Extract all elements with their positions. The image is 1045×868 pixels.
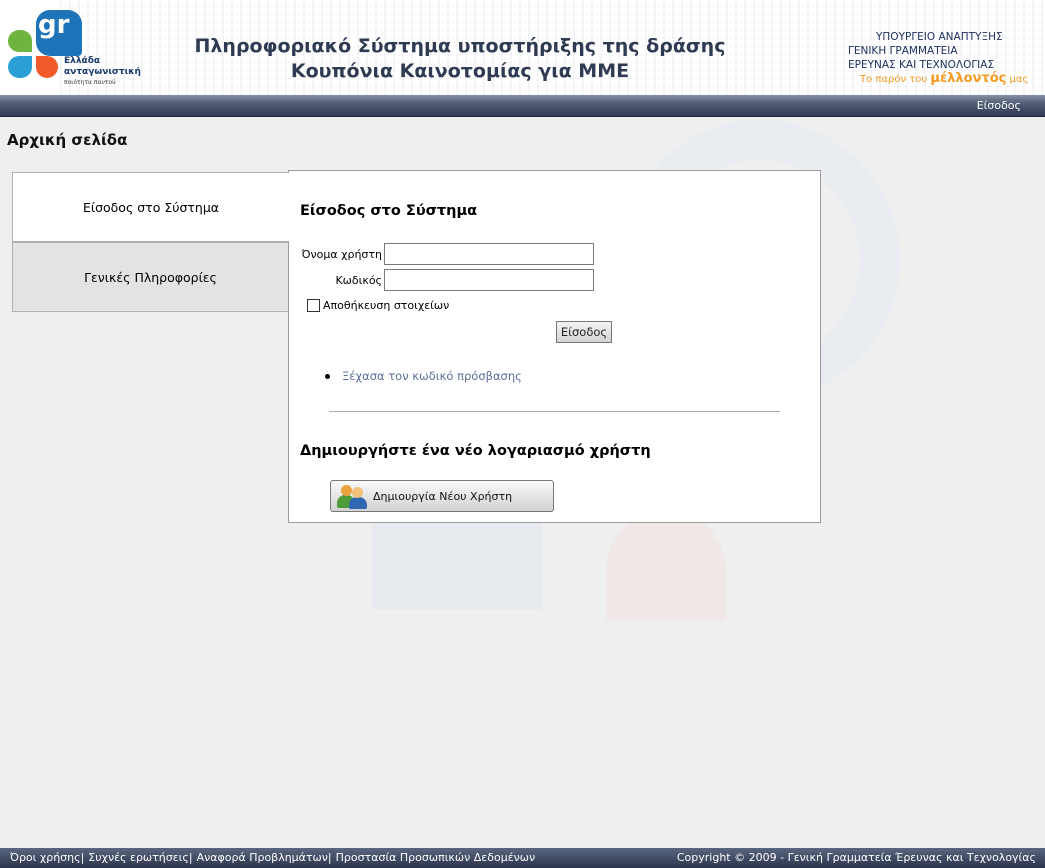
tagline-post: μας [1009,74,1029,85]
create-user-button[interactable]: Δημιουργία Νέου Χρήστη [330,480,554,512]
username-label: Όνομα χρήστη [301,248,382,261]
remember-me: Αποθήκευση στοιχείων [307,299,449,312]
footer-link-report[interactable]: Αναφορά Προβλημάτων [197,851,328,864]
tab-general-info[interactable]: Γενικές Πληροφορίες [12,242,289,312]
login-panel: Είσοδος στο Σύστημα Όνομα χρήστη Κωδικός… [288,170,821,523]
ministry-tagline: Το παρόν του μέλλοντός μας [848,72,1043,87]
forgot-password-link[interactable]: Ξέχασα τον κωδικό πρόσβασης [342,369,522,383]
site-title-line1: Πληροφοριακό Σύστημα υποστήριξης της δρά… [194,35,726,57]
ministry-logo: ΥΠΟΥΡΓΕΙΟ ΑΝΑΠΤΥΞΗΣ ΓΕΝΙΚΗ ΓΡΑΜΜΑΤΕΙΑ ΕΡ… [848,30,1043,87]
footer-copyright: Copyright © 2009 - Γενική Γραμματεία Έρε… [676,851,1036,864]
register-title: Δημιουργήστε ένα νέο λογαριασμό χρήστη [300,443,651,459]
footer-link-terms[interactable]: Όροι χρήσης [10,851,81,864]
site-title-line2: Κουπόνια Καινοτομίας για ΜΜΕ [290,60,630,82]
footer-link-faq[interactable]: Συχνές ερωτήσεις [88,851,189,864]
bullet-icon [325,373,330,379]
login-title: Είσοδος στο Σύστημα [300,203,478,219]
password-input[interactable] [384,269,594,291]
logo-leaf [8,56,32,78]
create-user-label: Δημιουργία Νέου Χρήστη [373,489,513,503]
logo-line2: ανταγωνιστική [64,67,141,77]
ministry-line1: ΥΠΟΥΡΓΕΙΟ ΑΝΑΠΤΥΞΗΣ [876,31,1003,43]
page-title: Αρχική σελίδα [7,131,128,149]
site-footer: Όροι χρήσης | Συχνές ερωτήσεις | Αναφορά… [0,848,1045,868]
login-link[interactable]: Είσοδος [977,99,1021,112]
ministry-line2: ΓΕΝΙΚΗ ΓΡΑΜΜΑΤΕΙΑ [848,45,958,57]
logo-text: Ελλάδα ανταγωνιστική [64,56,141,78]
divider [329,411,780,412]
remember-checkbox[interactable] [307,299,320,312]
logo-slogan: ποιότητα παντού [64,79,116,86]
tab-general-info-label: Γενικές Πληροφορίες [84,269,217,285]
logo-line1: Ελλάδα [64,56,101,66]
tagline-pre: Το παρόν του [860,74,928,85]
users-icon [335,483,369,509]
ministry-line3: ΕΡΕΥΝΑΣ ΚΑΙ ΤΕΧΝΟΛΟΓΙΑΣ [848,59,995,71]
top-nav-bar: Είσοδος [0,95,1045,117]
site-title: Πληροφοριακό Σύστημα υποστήριξης της δρά… [170,34,750,84]
username-input[interactable] [384,243,594,265]
footer-separator: | [188,851,193,864]
forgot-password-item: Ξέχασα τον κωδικό πρόσβασης [325,369,522,383]
footer-separator: | [327,851,332,864]
tab-login-label: Είσοδος στο Σύστημα [82,199,220,215]
watermark-shape [606,510,726,620]
tagline-bold: μέλλοντός [930,71,1007,86]
footer-link-privacy[interactable]: Προστασία Προσωπικών Δεδομένων [336,851,536,864]
remember-label: Αποθήκευση στοιχείων [323,299,450,312]
logo-leaf [8,30,32,52]
password-label: Κωδικός [335,274,382,287]
footer-separator: | [80,851,85,864]
footer-links: Όροι χρήσης | Συχνές ερωτήσεις | Αναφορά… [10,851,535,864]
site-header: gr Ελλάδα ανταγωνιστική ποιότητα παντού … [0,0,1045,95]
logo: gr Ελλάδα ανταγωνιστική ποιότητα παντού [8,10,148,90]
logo-mark: gr [38,10,70,40]
logo-leaf [36,56,58,78]
tab-login[interactable]: Είσοδος στο Σύστημα [12,172,289,242]
login-button[interactable]: Είσοδος [556,321,612,343]
